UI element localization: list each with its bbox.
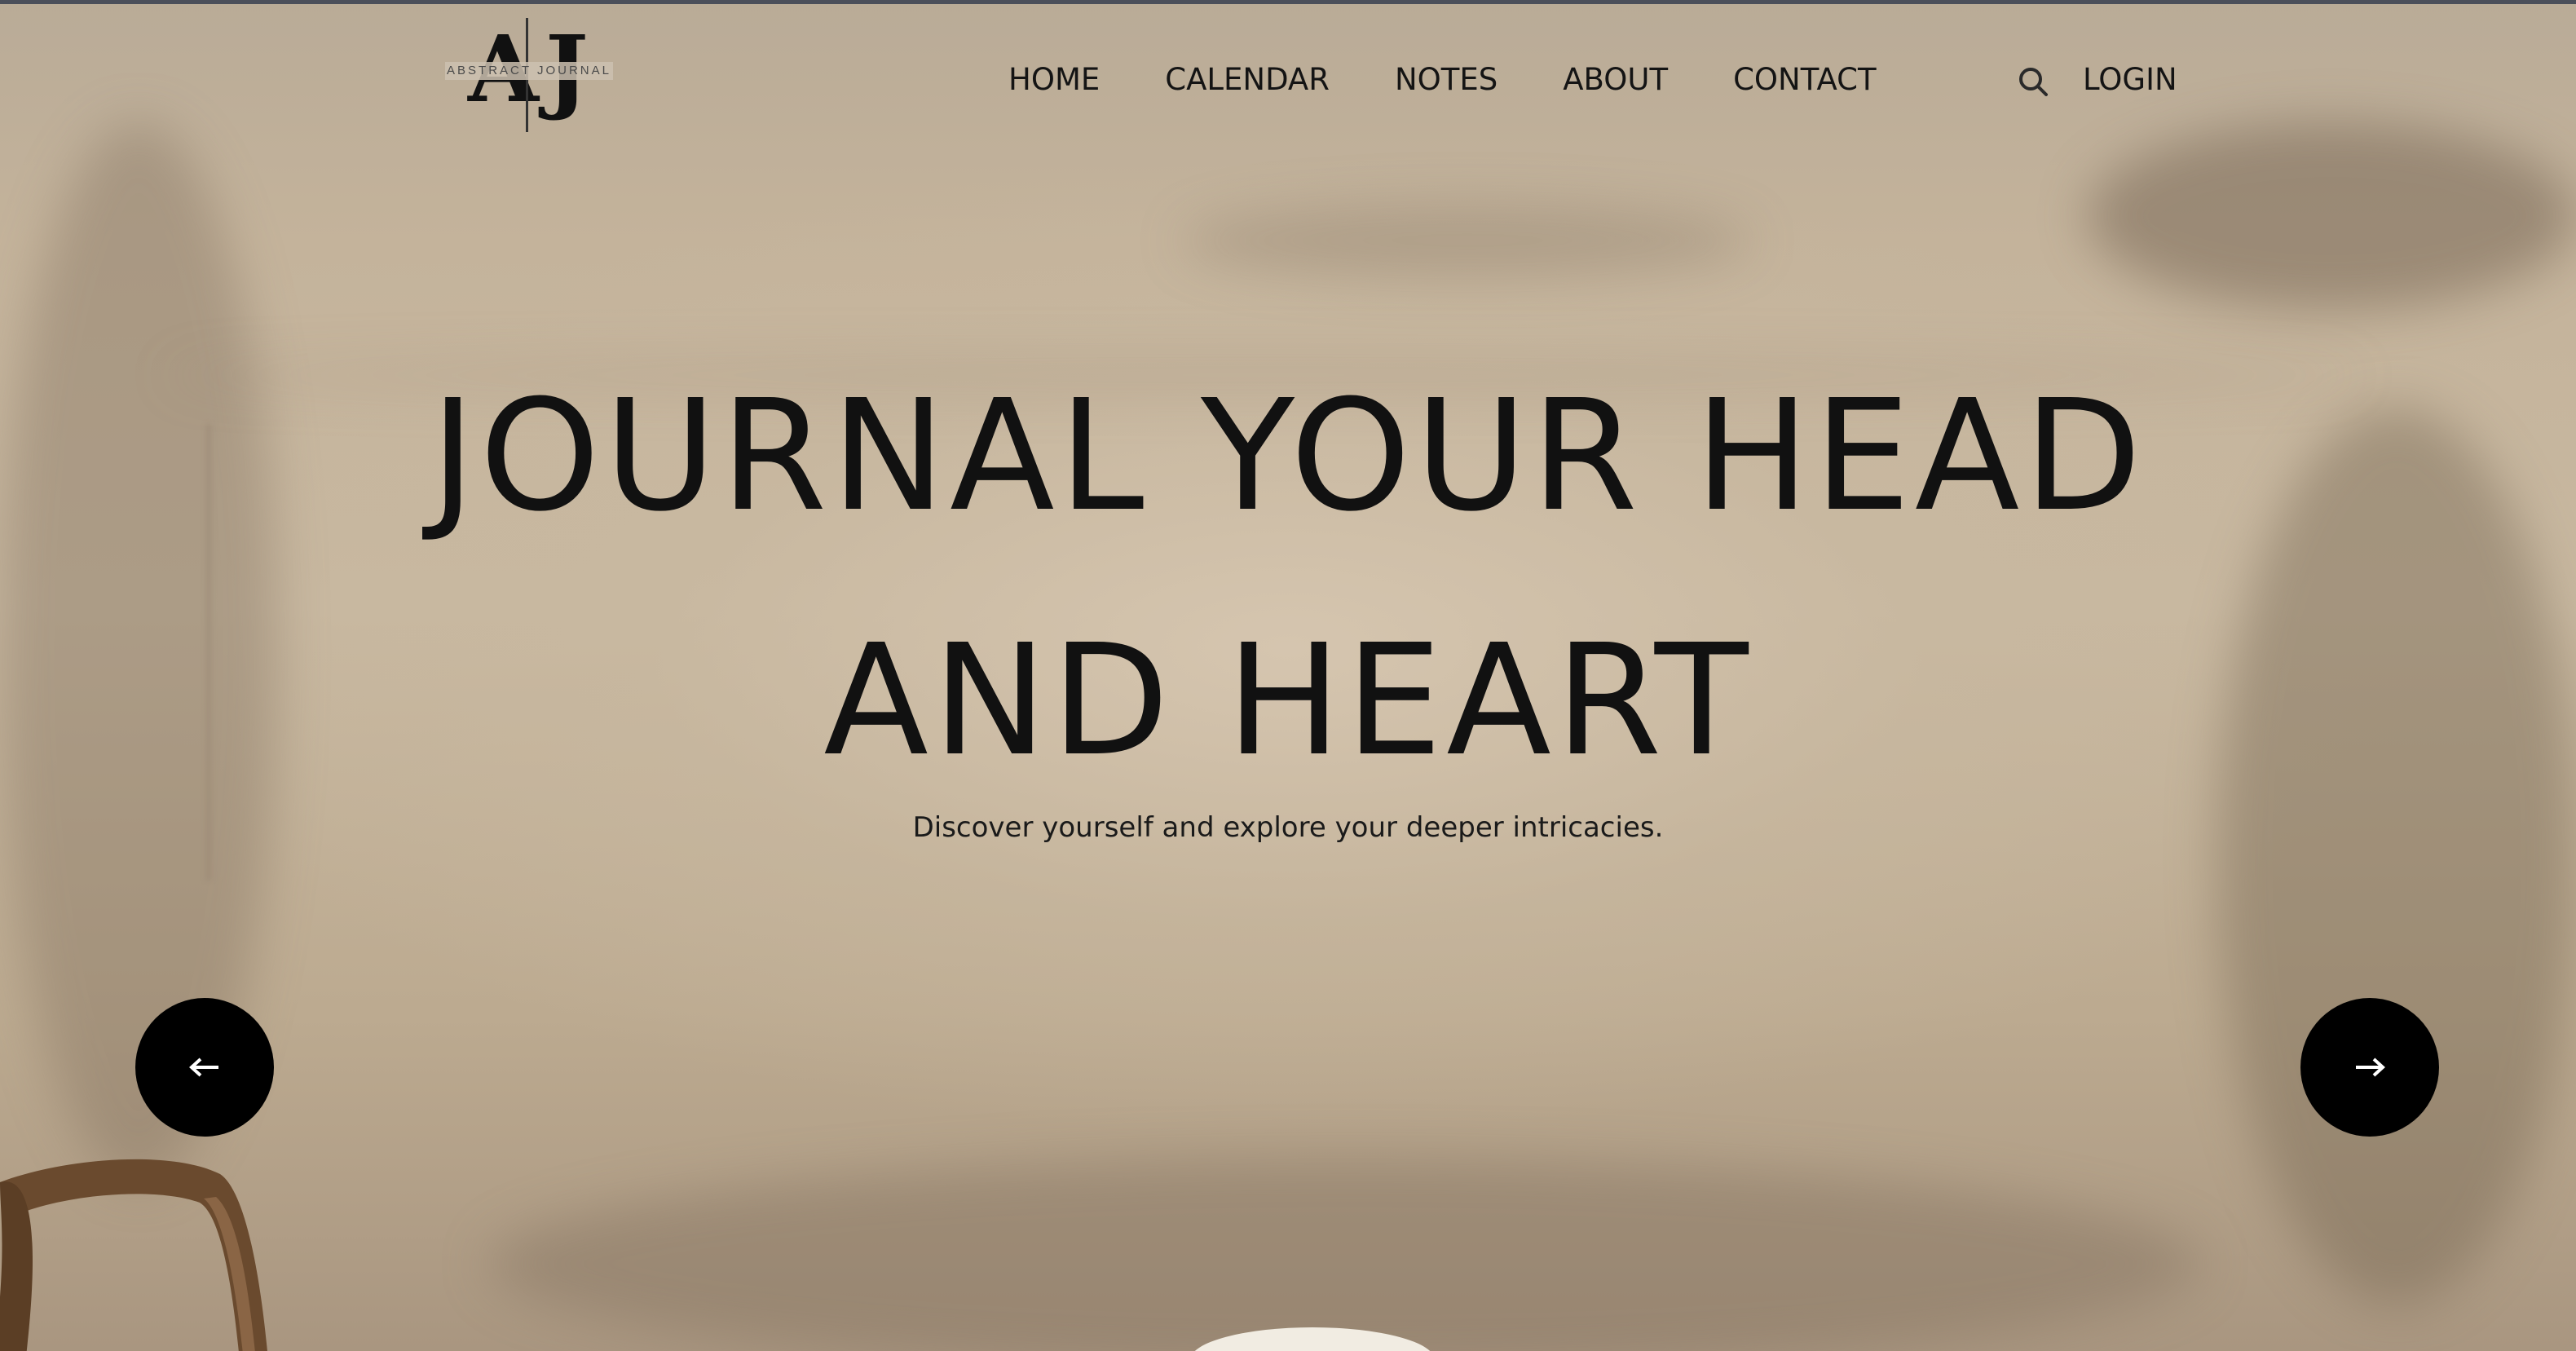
wall-shadow [489,1158,2201,1351]
search-icon[interactable] [2017,65,2049,98]
prev-slide-button[interactable] [135,998,274,1137]
arrow-right-icon [2356,1057,2385,1077]
main-nav: HOME CALENDAR NOTES ABOUT CONTACT [1008,60,1877,99]
hero-subtitle: Discover yourself and explore your deepe… [912,811,1664,844]
hero-title-line-2: AND HEART [823,611,1753,790]
nav-home[interactable]: HOME [1008,60,1100,99]
page: AJ ABSTRACT JOURNAL HOME CALENDAR NOTES … [0,0,2576,1351]
login-link[interactable]: LOGIN [2083,60,2177,99]
top-border [0,0,2576,4]
wall-shadow [2087,122,2576,310]
next-slide-button[interactable] [2300,998,2439,1137]
logo-name: ABSTRACT JOURNAL [445,62,613,80]
logo[interactable]: AJ ABSTRACT JOURNAL [445,18,613,132]
wall-shadow [1182,204,1753,277]
nav-notes[interactable]: NOTES [1395,60,1498,99]
hero-title: JOURNAL YOUR HEAD AND HEART [0,334,2576,823]
nav-about[interactable]: ABOUT [1563,60,1668,99]
hero-title-line-1: JOURNAL YOUR HEAD [430,367,2146,545]
arrow-left-icon [189,1057,218,1077]
nav-calendar[interactable]: CALENDAR [1165,60,1330,99]
chair-image [0,1159,267,1351]
nav-contact[interactable]: CONTACT [1733,60,1876,99]
